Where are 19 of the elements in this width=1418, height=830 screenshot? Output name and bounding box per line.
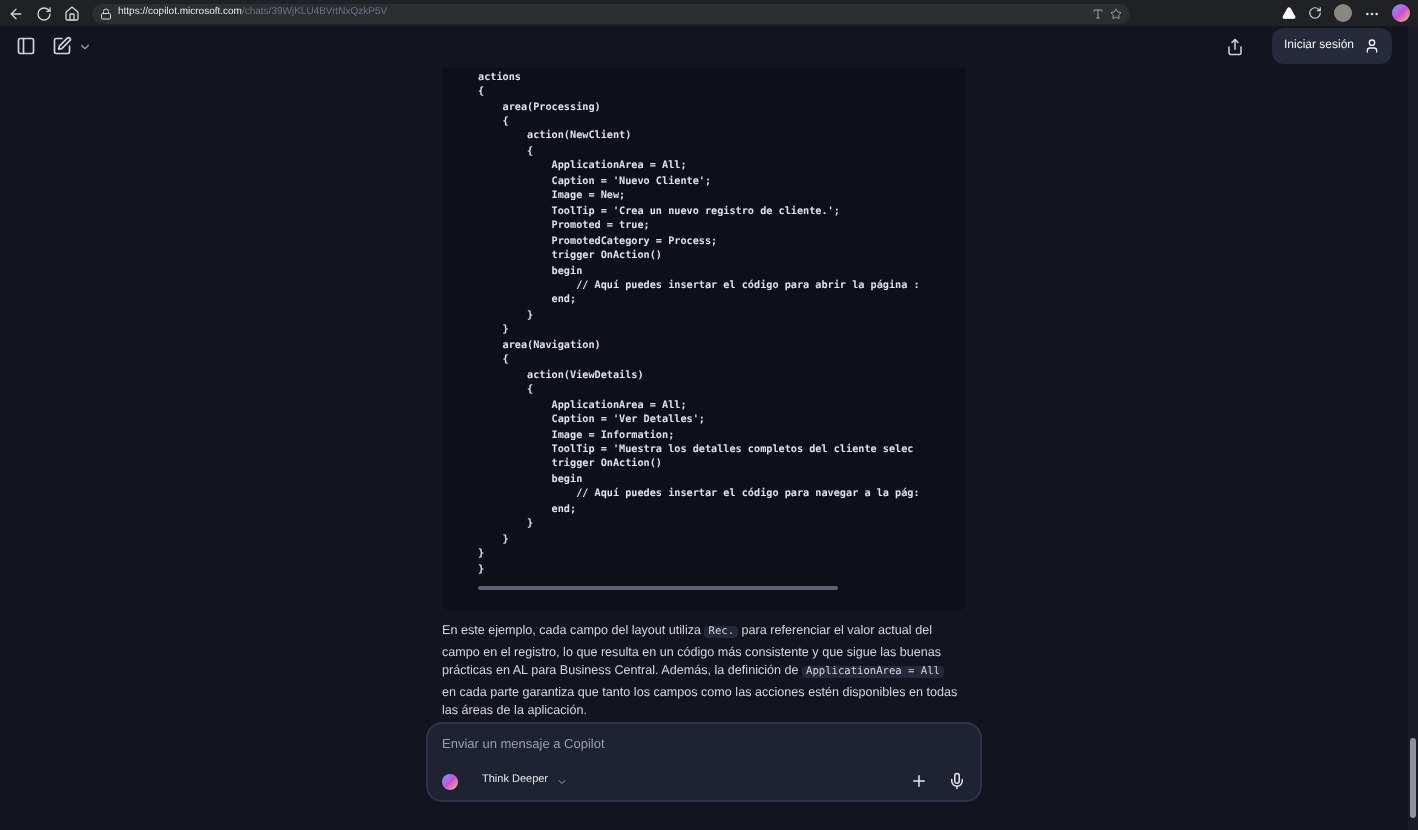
avatar-icon[interactable] bbox=[1334, 4, 1352, 22]
sidebar-toggle-icon[interactable] bbox=[16, 36, 36, 57]
refresh-icon[interactable] bbox=[1308, 6, 1322, 20]
chevron-down-icon bbox=[556, 775, 569, 787]
horizontal-scrollbar[interactable] bbox=[478, 586, 838, 591]
person-icon bbox=[1364, 38, 1380, 55]
share-icon[interactable] bbox=[1225, 37, 1244, 56]
chevron-down-icon[interactable] bbox=[78, 39, 92, 54]
back-icon[interactable] bbox=[8, 5, 24, 21]
add-icon[interactable] bbox=[910, 772, 928, 790]
home-icon[interactable] bbox=[64, 5, 80, 21]
star-icon[interactable] bbox=[1110, 7, 1122, 19]
triangle-icon[interactable] bbox=[1282, 6, 1296, 20]
lock-icon bbox=[100, 7, 112, 19]
microphone-icon[interactable] bbox=[948, 772, 966, 790]
new-chat-icon[interactable] bbox=[52, 36, 72, 57]
reload-icon[interactable] bbox=[36, 5, 52, 21]
read-aloud-icon[interactable] bbox=[1092, 7, 1104, 19]
page-scrollbar[interactable] bbox=[1408, 26, 1418, 830]
